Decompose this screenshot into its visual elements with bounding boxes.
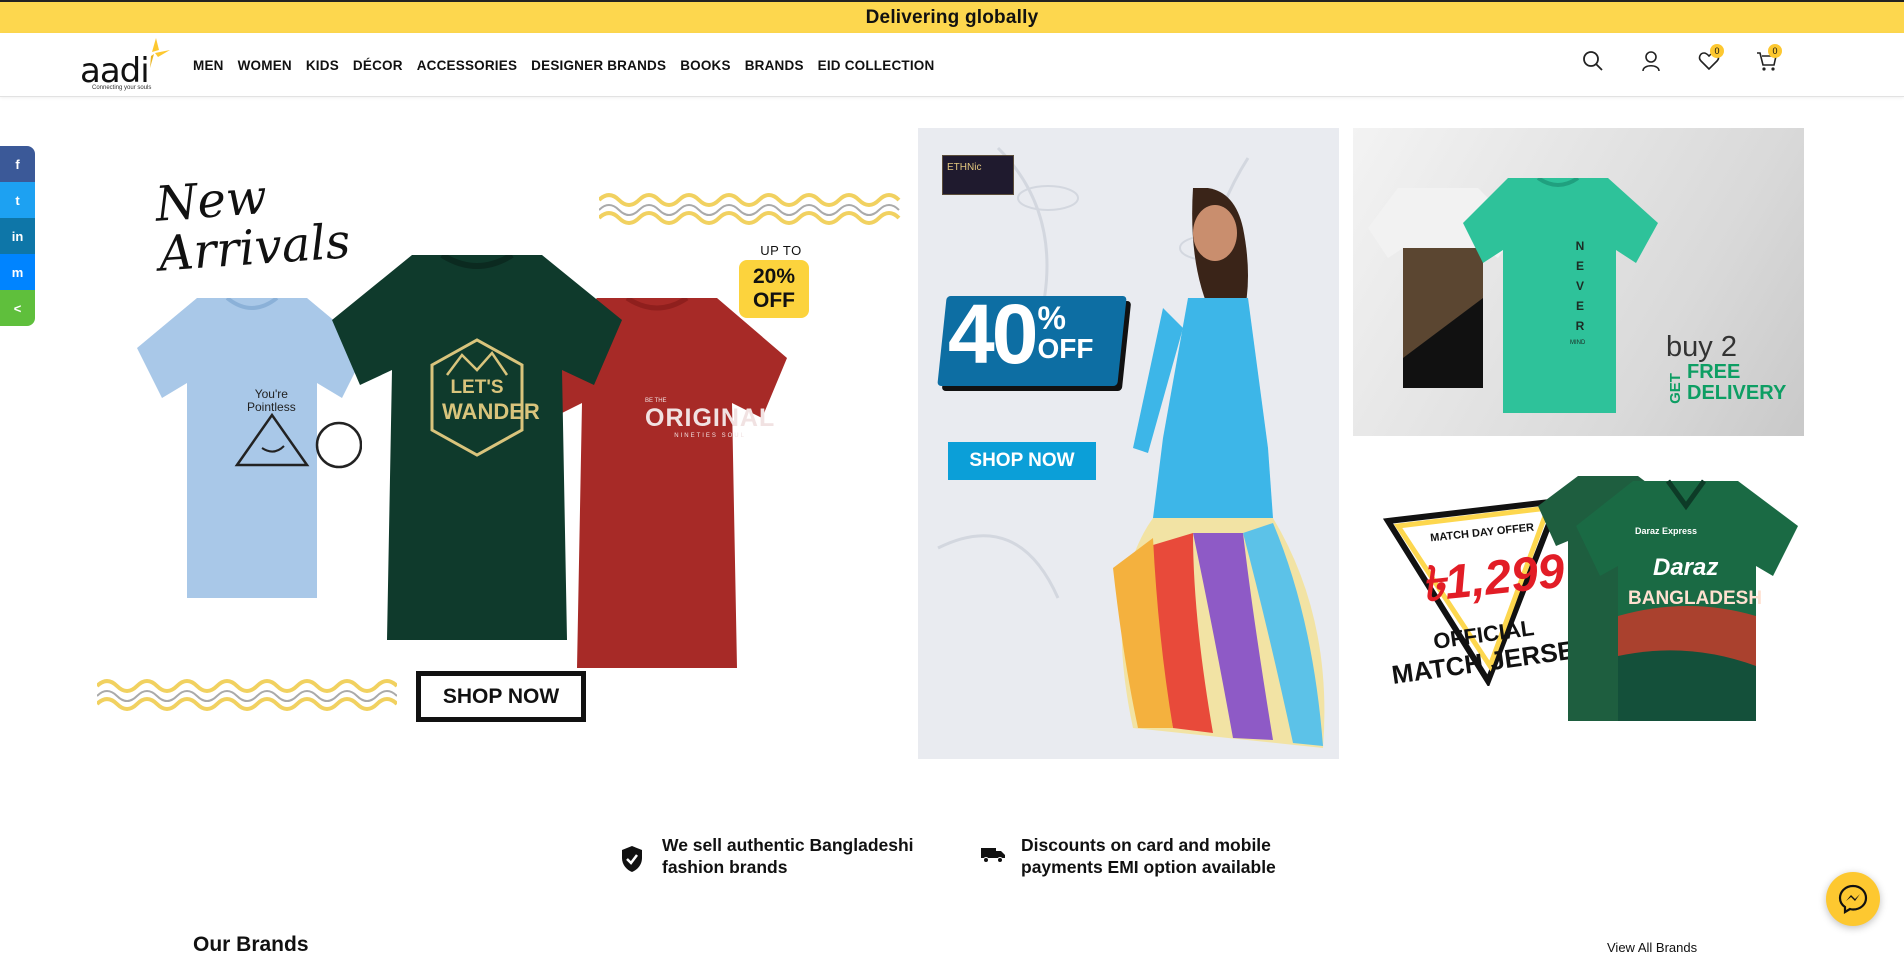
get-text: GET xyxy=(1666,373,1684,404)
badge-percent: 20% xyxy=(752,265,796,288)
shield-check-icon xyxy=(622,846,642,872)
red-shirt-print: BE THE ORIGINAL NINETIES SOUL xyxy=(645,398,775,439)
facebook-icon: f xyxy=(15,156,20,172)
nav-brands[interactable]: BRANDS xyxy=(745,58,804,73)
wishlist-button[interactable]: 0 xyxy=(1680,44,1738,80)
mind-text: MIND xyxy=(1570,340,1586,346)
model-woman-image xyxy=(1113,188,1325,748)
shop-now-label: SHOP NOW xyxy=(442,684,560,708)
messenger-chat-icon xyxy=(1838,884,1868,914)
cart-count-badge: 0 xyxy=(1768,44,1782,58)
green-shirt-print: LET'S WANDER xyxy=(442,376,540,424)
new-arrivals-title: New Arrivals xyxy=(154,166,353,283)
nav-designer-brands[interactable]: DESIGNER BRANDS xyxy=(531,58,666,73)
feature-authentic-text: We sell authentic Bangladeshi fashion br… xyxy=(662,834,914,878)
jersey-country: BANGLADESH xyxy=(1628,588,1763,609)
social-share-bar: f t in m < xyxy=(0,146,35,326)
nav-men[interactable]: MEN xyxy=(193,58,224,73)
feature-authentic-line-2: fashion brands xyxy=(662,857,788,877)
title-line-2: Arrivals xyxy=(157,213,353,283)
ethnic-brand-text: ETHNic xyxy=(947,162,982,173)
announcement-text: Delivering globally xyxy=(865,6,1039,28)
header-actions: 0 0 xyxy=(1564,44,1796,80)
messenger-share-button[interactable]: m xyxy=(0,254,35,290)
nav-eid-collection[interactable]: EID COLLECTION xyxy=(818,58,935,73)
messenger-icon: m xyxy=(11,264,24,280)
share-button[interactable]: < xyxy=(0,290,35,326)
tshirts-pair-image xyxy=(1368,178,1658,413)
facebook-share-button[interactable]: f xyxy=(0,146,35,182)
buy-two-text: buy 2 xyxy=(1666,331,1737,363)
percent-number: 40 xyxy=(948,287,1038,381)
logo-tagline: Connecting your souls xyxy=(92,85,152,91)
zigzag-decoration-top xyxy=(599,193,901,225)
features-strip: We sell authentic Bangladeshi fashion br… xyxy=(0,834,1904,894)
main-nav: MEN WOMEN KIDS DÉCOR ACCESSORIES DESIGNE… xyxy=(193,33,948,97)
banner-match-jersey[interactable]: MATCH DAY OFFER ৳1,299 OFFICIAL MATCH JE… xyxy=(1353,446,1804,758)
jersey-brand-small: Daraz Express xyxy=(1635,526,1698,536)
wishlist-count-badge: 0 xyxy=(1710,44,1724,58)
badge-box: 20% OFF xyxy=(739,260,809,318)
feature-discounts-line-1: Discounts on card and mobile xyxy=(1021,835,1271,855)
badge-up-to: UP TO xyxy=(760,243,802,258)
linkedin-share-button[interactable]: in xyxy=(0,218,35,254)
forty-percent-text: 40 % OFF xyxy=(948,286,1093,382)
discount-badge: UP TO 20% OFF xyxy=(739,243,809,318)
nav-kids[interactable]: KIDS xyxy=(306,58,339,73)
nav-decor[interactable]: DÉCOR xyxy=(353,58,403,73)
feature-discounts-line-2: payments EMI option available xyxy=(1021,857,1276,877)
zigzag-decoration-bottom xyxy=(97,679,397,711)
red-shirt-sub: NINETIES SOUL xyxy=(674,433,746,439)
percent-off-stack: % OFF xyxy=(1037,302,1093,364)
delivery-truck-icon xyxy=(981,848,1005,863)
never-mind-print: NEVER xyxy=(1573,236,1587,336)
pinwheel-icon xyxy=(150,38,170,68)
nav-books[interactable]: BOOKS xyxy=(680,58,731,73)
ethnic-shop-now-button[interactable]: SHOP NOW xyxy=(948,442,1096,480)
ethnic-shop-now-label: SHOP NOW xyxy=(969,450,1075,471)
account-button[interactable] xyxy=(1622,50,1680,80)
badge-off: OFF xyxy=(753,289,795,312)
new-arrivals-shop-now-button[interactable]: SHOP NOW xyxy=(416,671,586,722)
user-icon xyxy=(1642,51,1660,72)
feature-discounts: Discounts on card and mobile payments EM… xyxy=(980,834,1276,878)
feature-authentic: We sell authentic Bangladeshi fashion br… xyxy=(620,834,914,878)
free-delivery-text: FREE DELIVERY xyxy=(1687,362,1786,404)
banner-new-arrivals[interactable]: New Arrivals You're Pointless BE THE ORI… xyxy=(97,128,907,758)
percent-sign: % xyxy=(1037,300,1066,336)
twitter-icon: t xyxy=(15,192,20,208)
banner-ethnic-sale[interactable]: ETHNic 40 % OFF SHOP NOW xyxy=(918,128,1339,759)
cart-button[interactable]: 0 xyxy=(1738,44,1796,80)
search-icon xyxy=(1583,51,1603,71)
delivery-text: DELIVERY xyxy=(1687,382,1787,404)
messenger-chat-button[interactable] xyxy=(1826,872,1880,926)
brands-section-title: Our Brands xyxy=(193,933,309,956)
search-button[interactable] xyxy=(1564,50,1622,80)
green-shirt-line-2: WANDER xyxy=(442,399,540,424)
twitter-share-button[interactable]: t xyxy=(0,182,35,218)
site-logo[interactable]: aadi Connecting your souls xyxy=(80,36,172,94)
view-all-brands-link[interactable]: View All Brands xyxy=(1607,940,1697,955)
share-icon: < xyxy=(13,300,22,316)
nav-accessories[interactable]: ACCESSORIES xyxy=(417,58,517,73)
green-tshirt-image xyxy=(332,255,622,640)
banner-buy-two-free-delivery[interactable]: NEVER MIND buy 2 GET FREE DELIVERY xyxy=(1353,128,1804,436)
off-text: OFF xyxy=(1037,333,1094,364)
feature-discounts-text: Discounts on card and mobile payments EM… xyxy=(1021,834,1276,878)
never-text: NEVER xyxy=(1575,239,1585,333)
jersey-brand: Daraz xyxy=(1653,554,1719,581)
announcement-bar: Delivering globally xyxy=(0,0,1904,33)
free-text: FREE xyxy=(1687,361,1741,383)
red-shirt-original: ORIGINAL xyxy=(645,404,776,432)
green-shirt-line-1: LET'S xyxy=(450,377,504,398)
nav-women[interactable]: WOMEN xyxy=(238,58,292,73)
ethnic-brand-logo: ETHNic xyxy=(942,155,1014,195)
feature-authentic-line-1: We sell authentic Bangladeshi xyxy=(662,835,914,855)
site-header: aadi Connecting your souls MEN WOMEN KID… xyxy=(0,33,1904,97)
linkedin-icon: in xyxy=(11,228,24,244)
